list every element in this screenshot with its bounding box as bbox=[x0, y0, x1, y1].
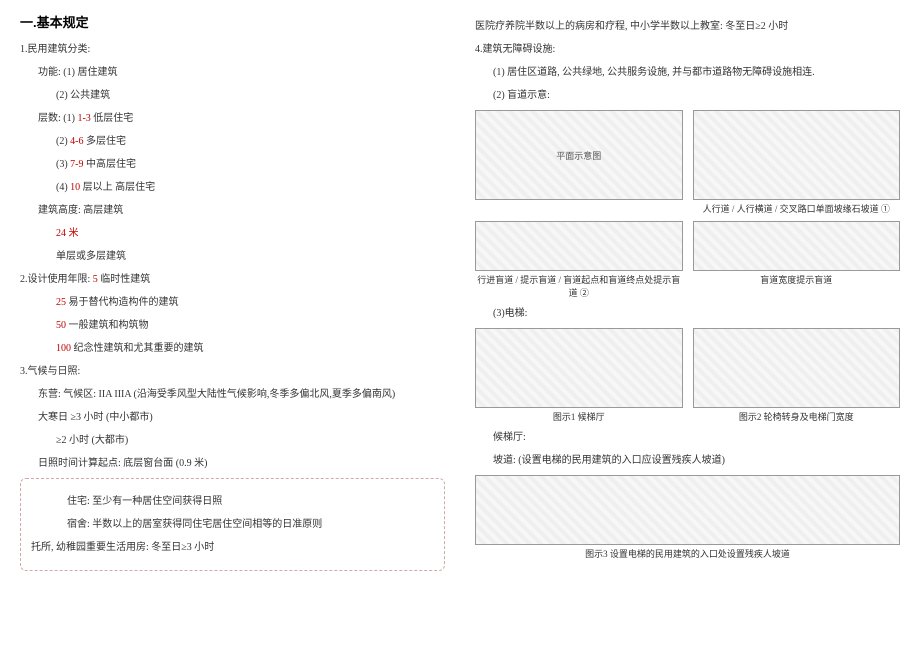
elevator-figure-lobby bbox=[475, 328, 683, 408]
s2-3-tail: 纪念性建筑和尤其重要的建筑 bbox=[71, 343, 204, 354]
floor-row-1: 层数: (1) 1-3 低层住宅 bbox=[20, 110, 445, 127]
s3-d: 日照时间计算起点: 底层窗台面 (0.9 米) bbox=[20, 455, 445, 472]
blind-path-figure-linear bbox=[475, 221, 683, 271]
s2-1-red: 25 bbox=[56, 297, 66, 308]
floor-3-prefix: (3) bbox=[56, 159, 70, 170]
s2-first-tail: 临时性建筑 bbox=[98, 274, 151, 285]
box-line-2: 宿舍: 半数以上的居室获得同住宅居住空间相等的日准原则 bbox=[31, 516, 434, 533]
blind-cap-b: 人行道 / 人行横道 / 交叉路口单面坡缘石坡道 ① bbox=[693, 202, 901, 215]
s2-item-3: 100 纪念性建筑和尤其重要的建筑 bbox=[20, 340, 445, 357]
s4-c: (3)电梯: bbox=[475, 305, 900, 322]
floor-2-red: 4-6 bbox=[70, 136, 83, 147]
blind-path-figure-plan: 平面示意图 bbox=[475, 110, 683, 200]
func-item-2: (2) 公共建筑 bbox=[20, 87, 445, 104]
ramp-figure-block: 图示3 设置电梯的民用建筑的入口处设置残疾人坡道 bbox=[475, 475, 900, 560]
floor-3-red: 7-9 bbox=[70, 159, 83, 170]
s2-2-red: 50 bbox=[56, 320, 66, 331]
floor-2-prefix: (2) bbox=[56, 136, 70, 147]
blind-path-figure-curb bbox=[693, 110, 901, 200]
section-4-title: 4.建筑无障碍设施: bbox=[475, 41, 900, 58]
s4-wait: 候梯厅: bbox=[475, 429, 900, 446]
floor-1-prefix: (1) bbox=[63, 113, 77, 124]
func-label-text: 功能: bbox=[38, 67, 61, 78]
elevator-figure-door bbox=[693, 328, 901, 408]
blind-path-figure-row-2: 行进盲道 / 提示盲道 / 盲道起点和盲道终点处提示盲道 ② 盲道宽度提示盲道 bbox=[475, 221, 900, 299]
right-top: 医院疗养院半数以上的病房和疗程, 中小学半数以上教室: 冬至日≥2 小时 bbox=[475, 18, 900, 35]
elev-cap-b: 图示2 轮椅转身及电梯门宽度 bbox=[693, 410, 901, 423]
section-3-title: 3.气候与日照: bbox=[20, 363, 445, 380]
box-line-1: 住宅: 至少有一种居住空间获得日照 bbox=[31, 493, 434, 510]
floor-1-red: 1-3 bbox=[77, 113, 90, 124]
section-2-title: 2.设计使用年限: 5 临时性建筑 bbox=[20, 271, 445, 288]
s2-item-2: 50 一般建筑和构筑物 bbox=[20, 317, 445, 334]
highlight-box: 住宅: 至少有一种居住空间获得日照 宿舍: 半数以上的居室获得同住宅居住空间相等… bbox=[20, 478, 445, 571]
floor-4-prefix: (4) bbox=[56, 182, 70, 193]
floor-4-tail: 层以上 高层住宅 bbox=[80, 182, 155, 193]
heading-1: 一.基本规定 bbox=[20, 12, 445, 31]
s2-item-1: 25 易于替代构造构件的建筑 bbox=[20, 294, 445, 311]
s4-ramp: 坡道: (设置电梯的民用建筑的入口应设置残疾人坡道) bbox=[475, 452, 900, 469]
s4-a: (1) 居住区道路, 公共绿地, 公共服务设施, 并与都市道路物无障碍设施相连. bbox=[475, 64, 900, 81]
blind-cap-a: 行进盲道 / 提示盲道 / 盲道起点和盲道终点处提示盲道 ② bbox=[475, 273, 683, 299]
left-column: 一.基本规定 1.民用建筑分类: 功能: (1) 居住建筑 (2) 公共建筑 层… bbox=[20, 12, 445, 571]
floor-row-3: (3) 7-9 中高层住宅 bbox=[20, 156, 445, 173]
s4-b: (2) 盲道示意: bbox=[475, 87, 900, 104]
s2-title-text: 2.设计使用年限: bbox=[20, 274, 93, 285]
ramp-cap: 图示3 设置电梯的民用建筑的入口处设置残疾人坡道 bbox=[475, 547, 900, 560]
s3-a: 东营: 气候区: IIA IIIA (沿海受季风型大陆性气候影响,冬季多偏北风,… bbox=[20, 386, 445, 403]
s2-1-tail: 易于替代构造构件的建筑 bbox=[66, 297, 179, 308]
floor-row-2: (2) 4-6 多层住宅 bbox=[20, 133, 445, 150]
floor-row-4: (4) 10 层以上 高层住宅 bbox=[20, 179, 445, 196]
section-1-title: 1.民用建筑分类: bbox=[20, 41, 445, 58]
s3-b: 大寒日 ≥3 小时 (中小都市) bbox=[20, 409, 445, 426]
blind-cap-c: 盲道宽度提示盲道 bbox=[693, 273, 901, 286]
func-item-1: (1) 居住建筑 bbox=[63, 67, 117, 78]
elev-cap-a: 图示1 候梯厅 bbox=[475, 410, 683, 423]
elevator-figure-row: 图示1 候梯厅 图示2 轮椅转身及电梯门宽度 bbox=[475, 328, 900, 423]
height-label: 建筑高度: 高层建筑 bbox=[20, 202, 445, 219]
floor-label: 层数: bbox=[38, 113, 61, 124]
floor-2-tail: 多层住宅 bbox=[84, 136, 127, 147]
s2-3-red: 100 bbox=[56, 343, 71, 354]
right-column: 医院疗养院半数以上的病房和疗程, 中小学半数以上教室: 冬至日≥2 小时 4.建… bbox=[475, 12, 900, 571]
box-line-3: 托所, 幼稚园重要生活用房: 冬至日≥3 小时 bbox=[31, 539, 434, 556]
floor-4-red: 10 bbox=[70, 182, 80, 193]
floor-1-tail: 低层住宅 bbox=[91, 113, 134, 124]
height-tail: 单层或多层建筑 bbox=[20, 248, 445, 265]
s3-c: ≥2 小时 (大都市) bbox=[20, 432, 445, 449]
func-label: 功能: (1) 居住建筑 bbox=[20, 64, 445, 81]
height-value: 24 米 bbox=[20, 225, 445, 242]
ramp-figure bbox=[475, 475, 900, 545]
blind-path-figure-cross bbox=[693, 221, 901, 271]
blind-path-figure-row-1: 平面示意图 人行道 / 人行横道 / 交叉路口单面坡缘石坡道 ① bbox=[475, 110, 900, 215]
s2-2-tail: 一般建筑和构筑物 bbox=[66, 320, 149, 331]
floor-3-tail: 中高层住宅 bbox=[84, 159, 137, 170]
